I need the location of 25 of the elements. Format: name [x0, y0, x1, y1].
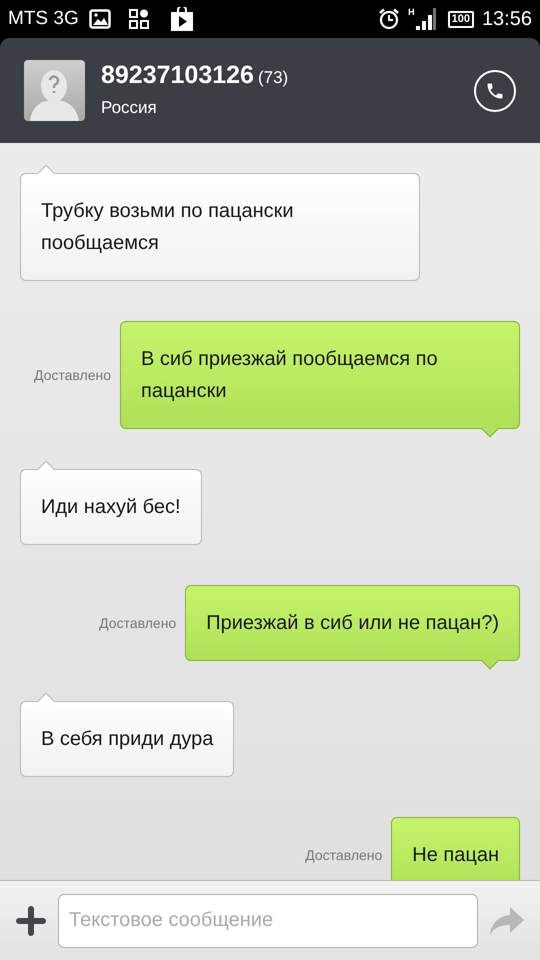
signal-icon — [416, 8, 436, 30]
incoming-message: В себя приди дура — [20, 701, 234, 777]
carrier-name: MTS 3G — [8, 6, 79, 31]
outgoing-message: Не пацан — [391, 817, 520, 880]
play-store-icon — [170, 7, 193, 31]
add-icon[interactable] — [16, 906, 46, 936]
incoming-message: Трубку возьми по пацански пообщаемся — [20, 173, 420, 281]
outgoing-message: В сиб приезжай пообщаемся по пацански — [120, 321, 520, 429]
outgoing-message: Приезжай в сиб или не пацан?) — [185, 585, 520, 661]
delivery-status: Доставлено — [305, 846, 382, 865]
network-type: H — [408, 8, 415, 17]
delivery-status: Доставлено — [99, 614, 176, 633]
contact-region: Россия — [101, 97, 158, 120]
contact-number: 89237103126 — [101, 60, 254, 92]
delivery-status: Доставлено — [34, 366, 111, 385]
incoming-message: Иди нахуй бес! — [20, 469, 202, 545]
message-input[interactable]: Текстовое сообщение — [58, 894, 478, 948]
alarm-icon — [378, 8, 400, 30]
clock: 13:56 — [482, 7, 532, 32]
call-button[interactable] — [474, 70, 516, 112]
battery-indicator: 100 — [448, 10, 474, 28]
apps-icon — [128, 9, 149, 29]
image-icon — [88, 9, 111, 29]
message-count: (73) — [258, 67, 288, 90]
avatar-icon — [24, 60, 85, 121]
